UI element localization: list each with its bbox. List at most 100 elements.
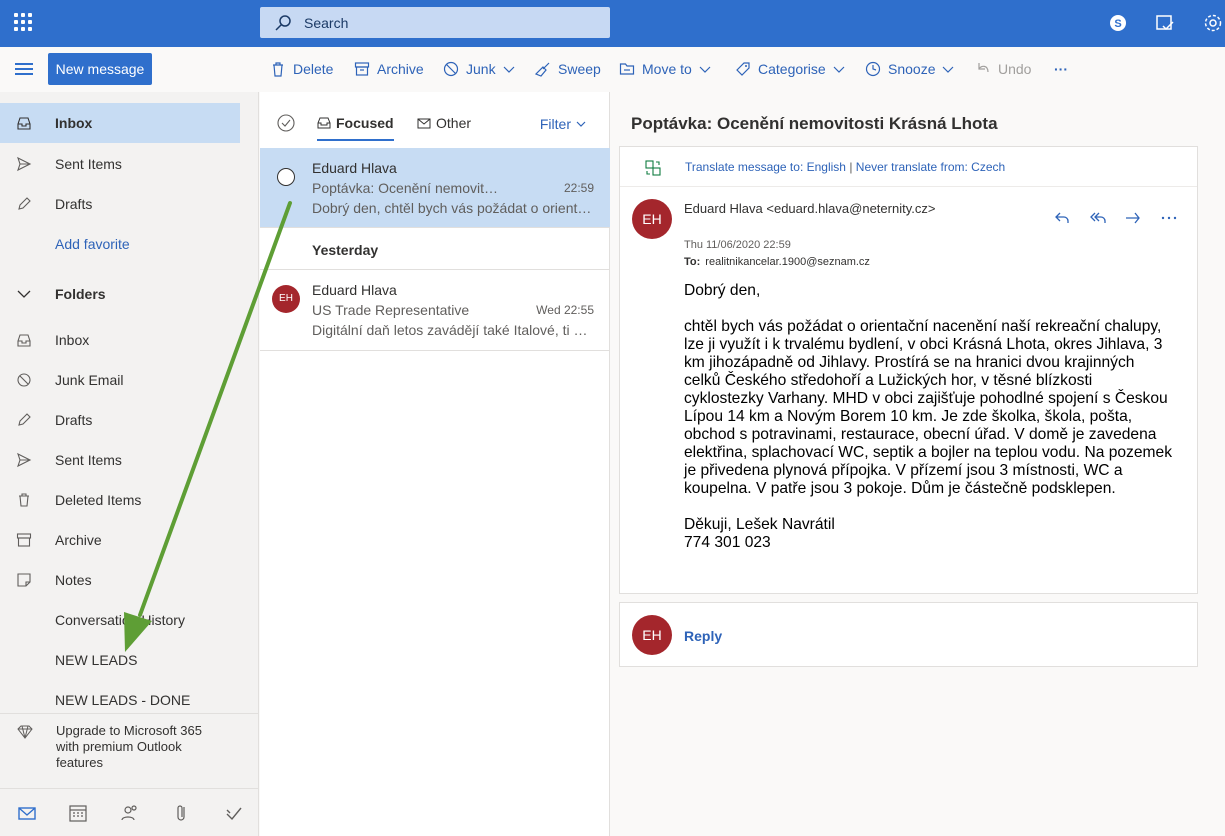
sidebar-item-drafts[interactable]: Drafts bbox=[0, 400, 240, 440]
filter-button[interactable]: Filter bbox=[540, 116, 586, 132]
inbox-tabs: Focused Other Filter bbox=[260, 92, 610, 148]
tab-focused[interactable]: Focused bbox=[317, 115, 394, 141]
skype-icon[interactable]: S bbox=[1107, 12, 1129, 34]
search-icon bbox=[275, 15, 291, 31]
message-time: 22:59 bbox=[563, 181, 594, 195]
folders-header[interactable]: Folders bbox=[0, 274, 240, 314]
avatar: EH bbox=[632, 199, 672, 239]
settings-gear-icon[interactable] bbox=[1202, 12, 1224, 34]
more-options-icon[interactable] bbox=[1160, 209, 1178, 227]
tab-focused-label: Focused bbox=[336, 115, 394, 131]
message-subject: US Trade Representative bbox=[312, 302, 470, 318]
delete-button[interactable]: Delete bbox=[270, 59, 333, 79]
trash-icon bbox=[19, 493, 29, 507]
other-mail-icon bbox=[417, 118, 431, 129]
sidebar-item-sent-favorite[interactable]: Sent Items bbox=[0, 144, 240, 184]
message-subject: Poptávka: Ocenění nemovitosti Krásná Lho… bbox=[312, 180, 502, 196]
tab-other[interactable]: Other bbox=[417, 115, 471, 131]
sidebar-item-label: Drafts bbox=[55, 412, 93, 428]
sidebar-item-notes[interactable]: Notes bbox=[0, 560, 240, 600]
pencil-icon bbox=[18, 197, 31, 210]
add-favorite-link[interactable]: Add favorite bbox=[0, 224, 240, 264]
forward-icon[interactable] bbox=[1124, 209, 1142, 227]
attachment-icon[interactable] bbox=[172, 803, 192, 823]
select-all-check-icon[interactable] bbox=[277, 114, 295, 132]
sidebar-item-label: Drafts bbox=[55, 196, 93, 212]
message-list-item-selected[interactable]: Eduard Hlava Poptávka: Ocenění nemovitos… bbox=[260, 148, 610, 228]
chevron-down-icon bbox=[833, 66, 845, 73]
avatar: EH bbox=[272, 285, 300, 313]
snooze-button[interactable]: Snooze bbox=[865, 59, 954, 79]
translate-icon bbox=[645, 160, 661, 176]
junk-label: Junk bbox=[466, 61, 496, 77]
search-box[interactable]: Search bbox=[260, 7, 610, 38]
trash-icon bbox=[273, 62, 283, 77]
recipient-address[interactable]: realitnikancelar.1900@seznam.cz bbox=[705, 256, 870, 268]
mail-icon[interactable] bbox=[17, 803, 37, 823]
sidebar-item-new-leads[interactable]: NEW LEADS bbox=[0, 640, 240, 680]
sidebar-item-new-leads-done[interactable]: NEW LEADS - DONE bbox=[0, 680, 240, 720]
sidebar-item-deleted-items[interactable]: Deleted Items bbox=[0, 480, 240, 520]
message-date: Thu 11/06/2020 22:59 bbox=[684, 239, 791, 251]
tasks-icon[interactable] bbox=[1154, 12, 1176, 34]
more-actions-button[interactable]: ··· bbox=[1054, 59, 1068, 79]
select-radio[interactable] bbox=[277, 168, 295, 186]
move-to-label: Move to bbox=[642, 61, 692, 77]
top-bar: Search S bbox=[0, 0, 1225, 47]
sidebar-item-conversation-history[interactable]: Conversation History bbox=[0, 600, 240, 640]
calendar-icon[interactable] bbox=[68, 803, 88, 823]
message-card: Translate message to: English | Never tr… bbox=[619, 146, 1198, 594]
filter-label: Filter bbox=[539, 116, 571, 132]
sidebar-item-archive[interactable]: Archive bbox=[0, 520, 240, 560]
reply-icon[interactable] bbox=[1053, 209, 1071, 227]
junk-icon bbox=[17, 373, 31, 387]
never-translate-link[interactable]: Never translate from: Czech bbox=[856, 160, 1005, 174]
clock-icon bbox=[865, 61, 881, 77]
send-icon bbox=[17, 156, 32, 172]
chevron-down-icon bbox=[576, 121, 586, 127]
sweep-button[interactable]: Sweep bbox=[535, 59, 601, 79]
chevron-down-icon bbox=[699, 66, 711, 73]
svg-text:S: S bbox=[1114, 18, 1121, 30]
translate-separator: | bbox=[849, 160, 853, 174]
quick-reply-card: EH Reply bbox=[619, 602, 1198, 667]
sidebar-item-inbox[interactable]: Inbox bbox=[0, 320, 240, 360]
tag-icon bbox=[736, 62, 750, 76]
sidebar-item-drafts-favorite[interactable]: Drafts bbox=[0, 184, 240, 224]
search-placeholder: Search bbox=[304, 15, 349, 31]
people-icon[interactable] bbox=[120, 803, 140, 823]
categorise-button[interactable]: Categorise bbox=[735, 59, 845, 79]
reading-pane: Poptávka: Ocenění nemovitosti Krásná Lho… bbox=[611, 92, 1225, 836]
sidebar-item-label: Sent Items bbox=[55, 452, 122, 468]
translate-message-link[interactable]: Translate message to: English bbox=[685, 160, 846, 174]
archive-button[interactable]: Archive bbox=[354, 59, 424, 79]
sidebar-item-label: Archive bbox=[55, 532, 102, 548]
snooze-label: Snooze bbox=[888, 61, 936, 77]
archive-icon bbox=[354, 62, 370, 76]
message-preview: Digitální daň letos zavádějí také Italov… bbox=[312, 322, 594, 338]
reply-all-icon[interactable] bbox=[1089, 209, 1107, 227]
undo-icon bbox=[978, 63, 989, 73]
sidebar-item-inbox-favorite[interactable]: Inbox bbox=[0, 103, 240, 143]
move-to-button[interactable]: Move to bbox=[619, 59, 711, 79]
tab-other-label: Other bbox=[436, 115, 472, 131]
reply-button[interactable]: Reply bbox=[684, 628, 722, 644]
message-list-item[interactable]: EH Eduard Hlava US Trade Representative … bbox=[260, 270, 610, 351]
undo-button[interactable]: Undo bbox=[975, 59, 1031, 79]
new-message-button[interactable]: New message bbox=[48, 53, 152, 85]
folders-label: Folders bbox=[55, 286, 106, 302]
junk-button[interactable]: Junk bbox=[443, 59, 515, 79]
message-sender: Eduard Hlava bbox=[312, 282, 397, 298]
sidebar-item-sent-items[interactable]: Sent Items bbox=[0, 440, 240, 480]
upgrade-promo-link[interactable]: Upgrade to Microsoft 365 with premium Ou… bbox=[56, 723, 226, 771]
pencil-icon bbox=[18, 413, 31, 426]
message-sender-address[interactable]: Eduard Hlava <eduard.hlava@neternity.cz> bbox=[684, 199, 944, 218]
sidebar-item-label: Junk Email bbox=[55, 372, 124, 388]
sidebar-item-junk-email[interactable]: Junk Email bbox=[0, 360, 240, 400]
hamburger-menu-icon[interactable] bbox=[15, 63, 33, 75]
add-favorite-label: Add favorite bbox=[55, 236, 130, 252]
to-do-check-icon[interactable] bbox=[224, 803, 244, 823]
group-header-yesterday: Yesterday bbox=[260, 228, 610, 270]
app-launcher-icon[interactable] bbox=[14, 13, 34, 33]
body-signoff: Děkuji, Lešek Navrátil bbox=[684, 516, 835, 533]
